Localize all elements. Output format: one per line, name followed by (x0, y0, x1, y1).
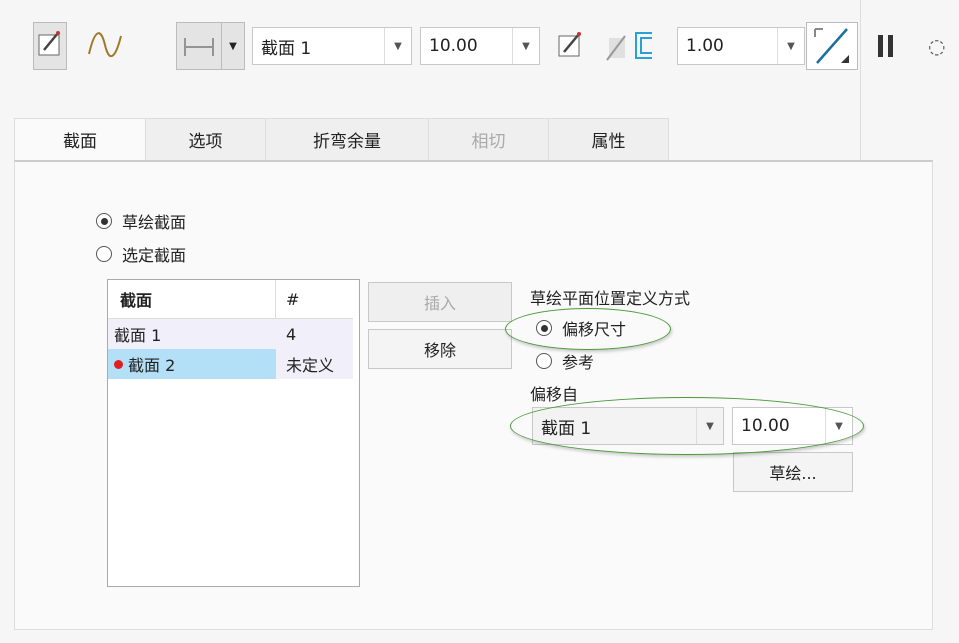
sketch-button[interactable]: 草绘... (733, 452, 853, 492)
row-number: 4 (286, 324, 297, 344)
dimension-type-button[interactable]: ▼ (176, 22, 245, 70)
radio-reference[interactable]: 参考 (536, 349, 594, 373)
pause-button[interactable] (878, 35, 896, 57)
flip-direction-button[interactable] (806, 22, 858, 70)
radio-label: 草绘截面 (122, 213, 187, 232)
depth-combo-value: 10.00 (429, 36, 478, 56)
section-combo[interactable]: 截面 1 ▼ (252, 27, 412, 65)
radio-icon (96, 213, 112, 229)
highlight-ellipse (505, 308, 671, 350)
spline-icon[interactable] (85, 30, 125, 60)
radio-sketched-section[interactable]: 草绘截面 (96, 209, 186, 233)
table-row[interactable]: 截面 2 未定义 (108, 349, 353, 379)
radio-label: 参考 (562, 353, 595, 372)
wall-thickness-icon[interactable] (632, 30, 656, 62)
section-list[interactable]: 截面 # 截面 1 4 截面 2 未定义 (107, 279, 360, 587)
section-combo-value: 截面 1 (261, 38, 312, 59)
remove-button[interactable]: 移除 (368, 329, 512, 369)
chevron-down-icon[interactable]: ▼ (512, 28, 539, 64)
radio-icon (536, 353, 552, 369)
radio-label: 选定截面 (122, 246, 187, 265)
depth-combo[interactable]: 10.00 ▼ (420, 27, 540, 65)
tab-bend-allowance[interactable]: 折弯余量 (265, 118, 429, 160)
insert-button: 插入 (368, 282, 512, 322)
tab-properties[interactable]: 属性 (548, 118, 669, 160)
highlight-ellipse (510, 397, 864, 455)
radio-selected-section[interactable]: 选定截面 (96, 242, 186, 266)
radio-icon (96, 246, 112, 262)
thicken-icon[interactable] (603, 30, 629, 64)
column-header-section[interactable]: 截面 (108, 280, 276, 318)
flip-icon (814, 28, 849, 64)
tab-section[interactable]: 截面 (14, 118, 146, 160)
tab-options[interactable]: 选项 (145, 118, 266, 160)
tab-tangent: 相切 (428, 118, 549, 160)
chevron-down-icon[interactable]: ▼ (384, 28, 411, 64)
offset-from-label: 偏移自 (530, 385, 579, 404)
column-header-number[interactable]: # (276, 290, 299, 309)
row-number: 未定义 (286, 356, 335, 375)
sketch-button[interactable] (33, 22, 67, 70)
thickness-combo-value: 1.00 (686, 36, 724, 56)
preview-icon[interactable]: ◌ (928, 34, 945, 58)
plane-position-label: 草绘平面位置定义方式 (530, 289, 691, 308)
row-name: 截面 1 (114, 326, 162, 345)
sketch-pencil-icon (38, 31, 60, 56)
table-row[interactable]: 截面 1 4 (108, 319, 353, 349)
error-dot-icon (114, 359, 123, 369)
dimension-icon (184, 38, 214, 56)
edit-sketch-icon[interactable] (555, 28, 589, 64)
chevron-down-icon[interactable]: ▼ (777, 28, 804, 64)
row-name: 截面 2 (128, 356, 176, 375)
thickness-combo[interactable]: 1.00 ▼ (677, 27, 805, 65)
chevron-down-icon[interactable]: ▼ (221, 23, 244, 69)
